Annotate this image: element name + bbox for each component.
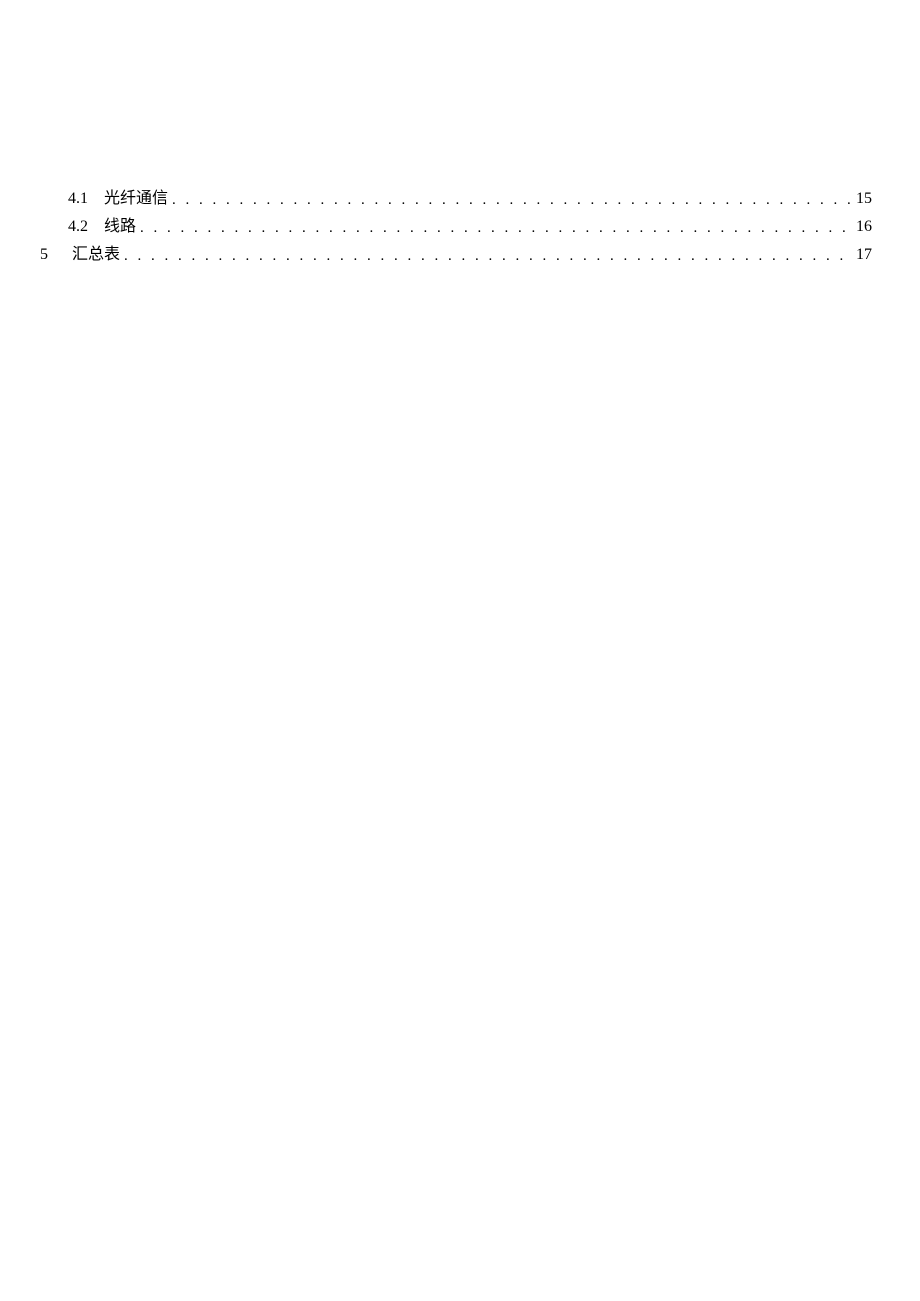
toc-entry: 4.1 光纤通信 15 (40, 185, 872, 213)
toc-entry-number: 4.1 (68, 185, 88, 213)
toc-entry-page: 15 (856, 185, 872, 213)
toc-entry-title: 汇总表 (72, 241, 120, 269)
toc-dot-leader (140, 214, 854, 242)
toc-entry-title: 光纤通信 (104, 185, 168, 213)
toc-entry-number: 5 (40, 241, 48, 269)
toc-entry-title: 线路 (104, 213, 136, 241)
toc-entry: 4.2 线路 16 (40, 213, 872, 241)
toc-entry-number: 4.2 (68, 213, 88, 241)
toc-dot-leader (124, 242, 854, 270)
toc-entry: 5 汇总表 17 (40, 241, 872, 269)
table-of-contents: 4.1 光纤通信 15 4.2 线路 16 5 汇总表 17 (40, 185, 872, 269)
toc-entry-page: 17 (856, 241, 872, 269)
toc-entry-page: 16 (856, 213, 872, 241)
toc-dot-leader (172, 186, 854, 214)
